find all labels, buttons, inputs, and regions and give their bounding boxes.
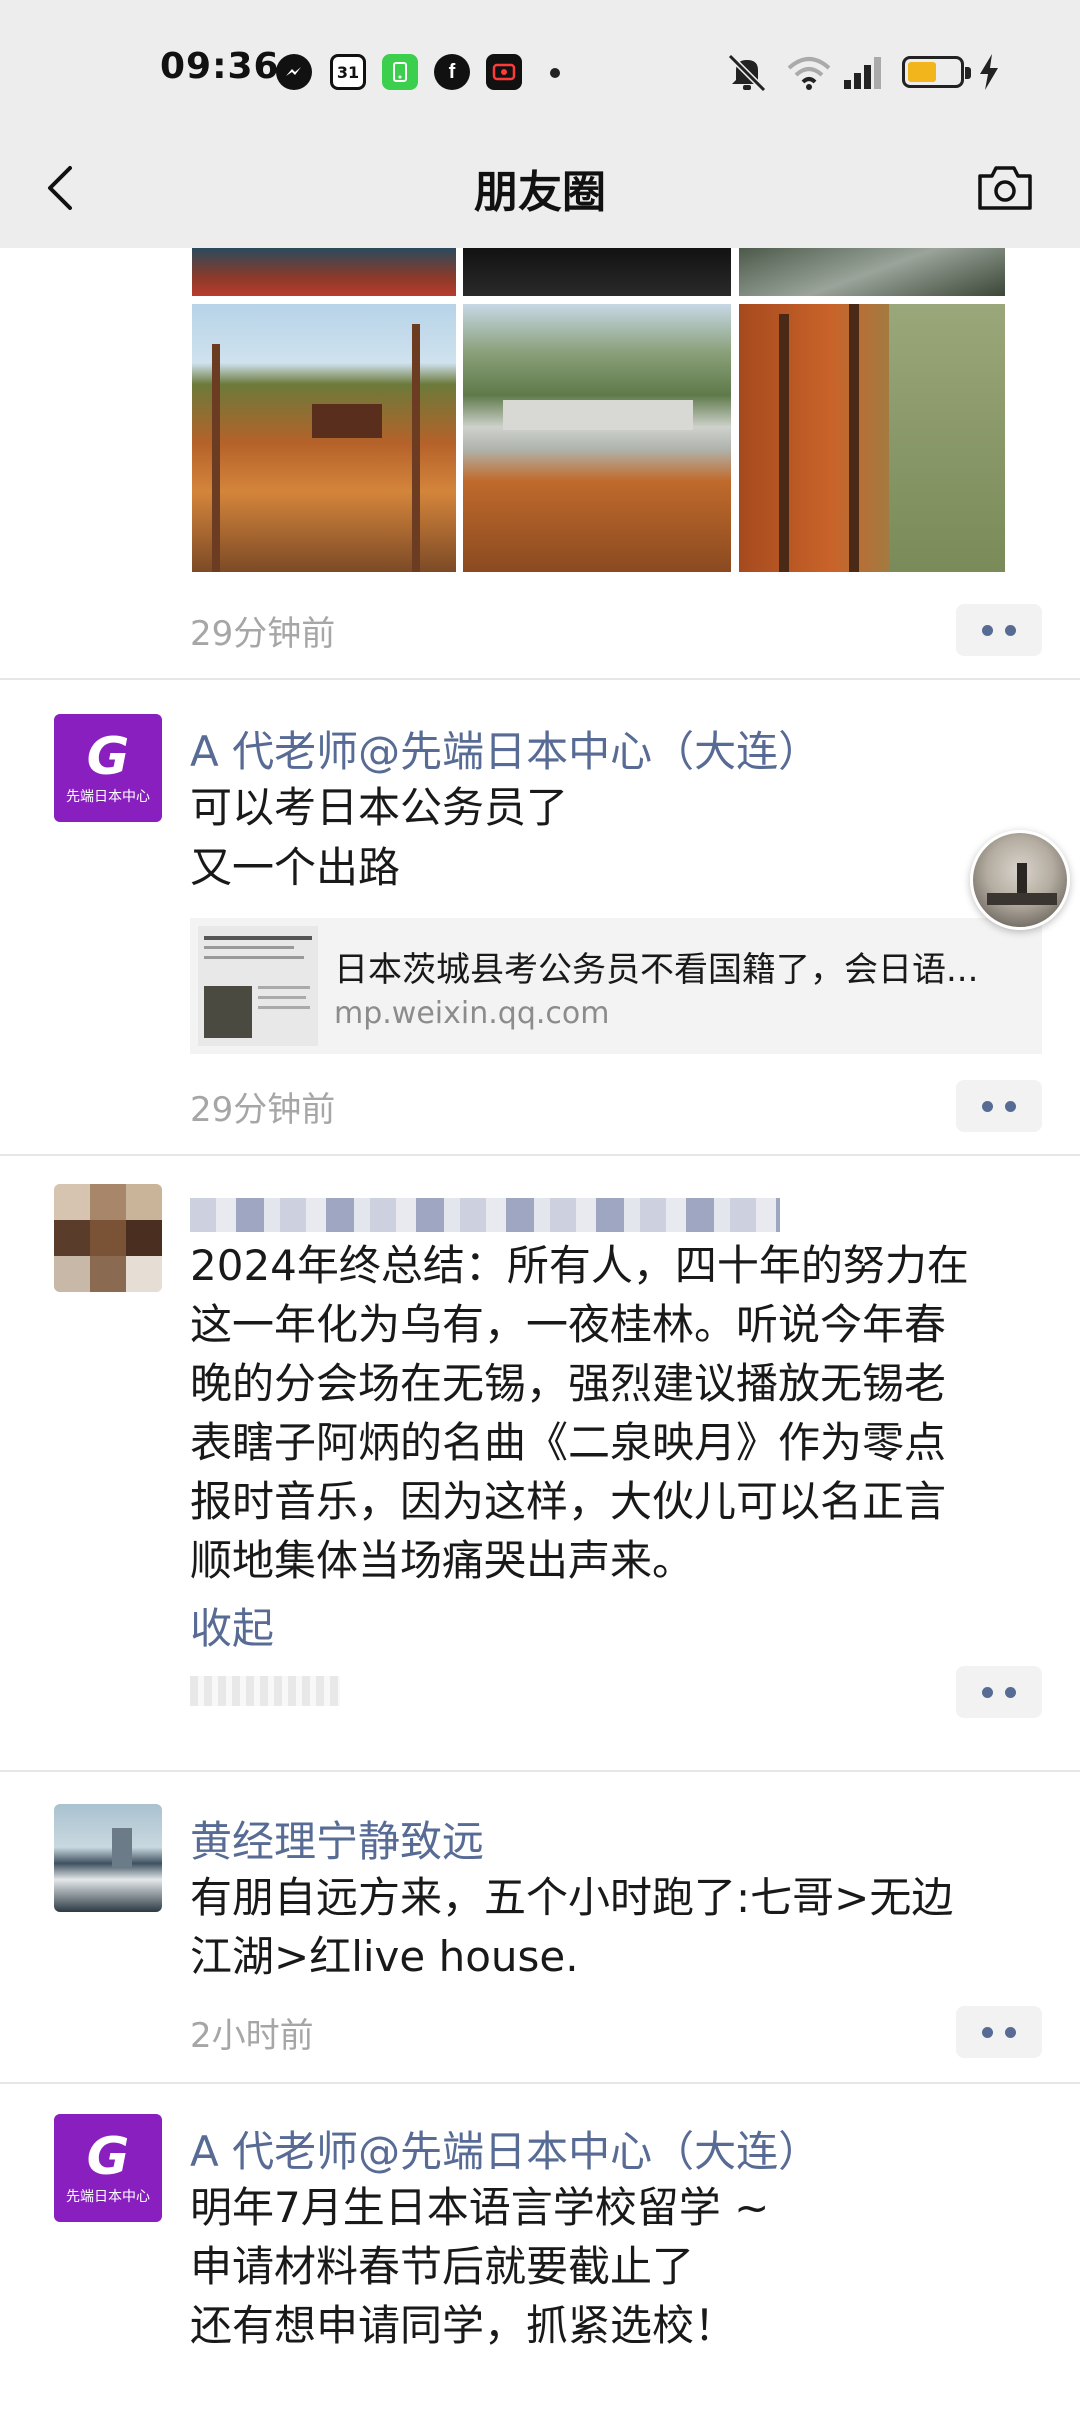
- mute-icon: [724, 50, 770, 94]
- avatar-caption: 先端日本中心: [66, 789, 150, 805]
- more-options-button[interactable]: [956, 604, 1042, 656]
- battery-fill: [908, 62, 936, 82]
- author-name[interactable]: 黄经理宁静致远: [190, 1808, 484, 1869]
- shared-article-card[interactable]: 日本茨城县考公务员不看国籍了，会日语... mp.weixin.qq.com: [190, 918, 1042, 1054]
- floating-avatar-bubble[interactable]: [970, 830, 1070, 930]
- post-text-line: 申请材料春节后就要截止了: [190, 2242, 695, 2291]
- nav-header: 朋友圈: [0, 140, 1080, 248]
- post-text-line: 晚的分会场在无锡，强烈建议播放无锡老: [190, 1359, 947, 1408]
- more-options-button[interactable]: [956, 1080, 1042, 1132]
- post-timestamp-redacted: [190, 1676, 340, 1706]
- article-thumbnail: [198, 926, 318, 1046]
- facebook-icon: f: [434, 54, 470, 90]
- post-text-line: 又一个出路: [190, 843, 401, 892]
- post-text-line: 顺地集体当场痛哭出声来。: [190, 1536, 695, 1585]
- post-text-line: 江湖>红live house.: [190, 1932, 579, 1981]
- charging-icon: [976, 52, 1002, 101]
- post-text-line: 可以考日本公务员了: [190, 783, 569, 832]
- wifi-icon: [786, 54, 832, 92]
- moment-post: G 先端日本中心 A 代老师@先端日本中心（大连） 可以考日本公务员了 又一个出…: [0, 680, 1080, 1156]
- post-text-line: 还有想申请同学，抓紧选校！: [190, 2301, 737, 2350]
- brand-logo-icon: G: [86, 727, 130, 787]
- status-bar: 09:36 31 f: [0, 0, 1080, 140]
- app-icon-green: [382, 54, 418, 90]
- more-options-button[interactable]: [956, 1666, 1042, 1718]
- messenger-icon: [276, 54, 312, 90]
- author-name[interactable]: A 代老师@先端日本中心（大连）: [190, 2118, 820, 2179]
- moment-post: G 先端日本中心 A 代老师@先端日本中心（大连） 明年7月生日本语言学校留学 …: [0, 2084, 1080, 2412]
- avatar-caption: 先端日本中心: [66, 2189, 150, 2205]
- page-title: 朋友圈: [474, 167, 606, 218]
- avatar[interactable]: G 先端日本中心: [54, 2114, 162, 2222]
- camera-icon[interactable]: [974, 158, 1036, 220]
- article-title: 日本茨城县考公务员不看国籍了，会日语...: [334, 950, 979, 990]
- avatar[interactable]: [54, 1184, 162, 1292]
- brand-logo-icon: G: [86, 2127, 130, 2187]
- post-photo[interactable]: [739, 248, 1005, 296]
- moments-feed[interactable]: 29分钟前 G 先端日本中心 A 代老师@先端日本中心（大连） 可以考日本公务员…: [0, 248, 1080, 2412]
- video-record-icon: [486, 54, 522, 90]
- post-text-line: 有朋自远方来，五个小时跑了:七哥>无边: [190, 1873, 954, 1922]
- post-timestamp: 29分钟前: [190, 1090, 336, 1130]
- article-source: mp.weixin.qq.com: [334, 996, 610, 1031]
- battery-icon: [902, 56, 971, 88]
- post-text-line: 这一年化为乌有，一夜桂林。听说今年春: [190, 1300, 947, 1349]
- signal-icon: [842, 54, 886, 90]
- more-options-button[interactable]: [956, 2006, 1042, 2058]
- post-text-line: 明年7月生日本语言学校留学 ~: [190, 2183, 770, 2232]
- post-photo[interactable]: [463, 304, 731, 572]
- post-timestamp: 2小时前: [190, 2016, 314, 2056]
- top-bar: 09:36 31 f 朋友圈: [0, 0, 1080, 248]
- post-photo[interactable]: [739, 304, 1005, 572]
- moment-post: 2024年终总结：所有人，四十年的努力在 这一年化为乌有，一夜桂林。听说今年春 …: [0, 1156, 1080, 1772]
- avatar[interactable]: [54, 1804, 162, 1912]
- moment-post: 29分钟前: [0, 248, 1080, 680]
- author-name-redacted[interactable]: [190, 1198, 780, 1232]
- post-text-line: 报时音乐，因为这样，大伙儿可以名正言: [190, 1477, 947, 1526]
- collapse-link[interactable]: 收起: [190, 1599, 1040, 1658]
- moment-post: 黄经理宁静致远 有朋自远方来，五个小时跑了:七哥>无边 江湖>红live hou…: [0, 1772, 1080, 2084]
- avatar[interactable]: G 先端日本中心: [54, 714, 162, 822]
- post-text-line: 2024年终总结：所有人，四十年的努力在: [190, 1241, 969, 1290]
- post-timestamp: 29分钟前: [190, 614, 336, 654]
- post-photo[interactable]: [463, 248, 731, 296]
- notification-dot-icon: [550, 68, 560, 78]
- post-text-line: 表瞎子阿炳的名曲《二泉映月》作为零点: [190, 1418, 947, 1467]
- status-time: 09:36: [160, 46, 280, 87]
- author-name[interactable]: A 代老师@先端日本中心（大连）: [190, 718, 820, 779]
- post-photo[interactable]: [192, 248, 456, 296]
- post-photo[interactable]: [192, 304, 456, 572]
- calendar-icon: 31: [330, 54, 366, 90]
